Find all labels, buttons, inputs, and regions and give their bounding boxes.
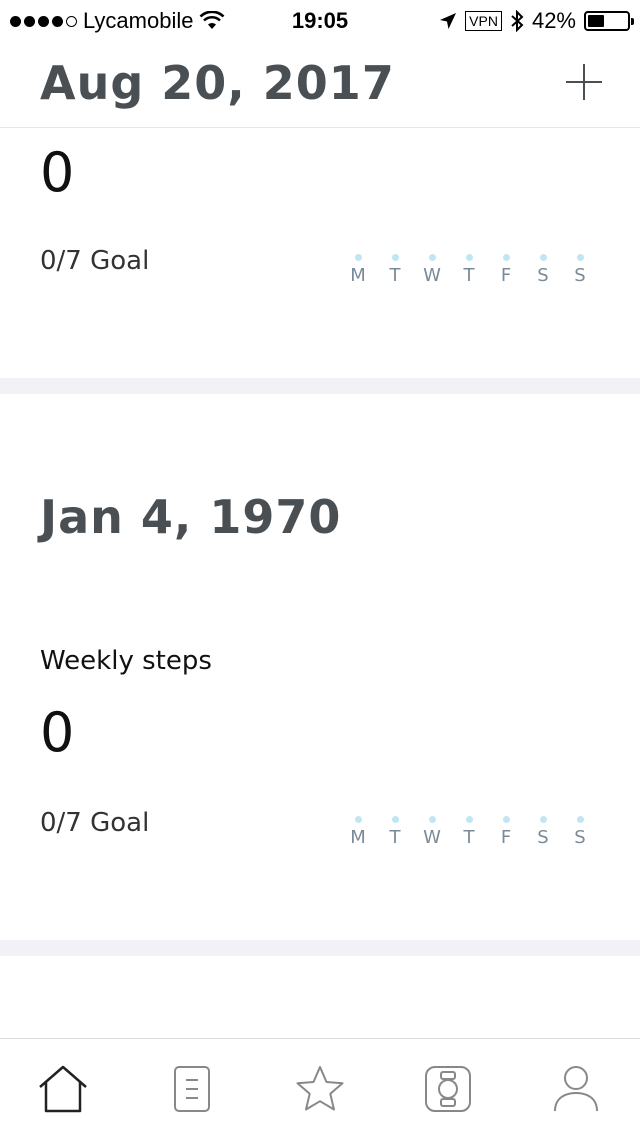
week-days: M T W T F S S: [340, 254, 600, 294]
profile-icon: [554, 1066, 598, 1112]
day-dot: [502, 816, 510, 823]
battery-percentage: 42%: [531, 8, 576, 33]
day-indicator: T: [455, 254, 483, 286]
day-dot: [428, 816, 436, 823]
day-indicator: T: [381, 254, 409, 286]
day-dot: [539, 816, 547, 823]
day-indicator: M: [344, 816, 372, 848]
day-dot: [539, 254, 547, 261]
day-dot: [576, 816, 584, 823]
tab-journal[interactable]: [164, 1061, 220, 1117]
steps-card: Jan 4, 1970 Weekly steps 0 0/7 Goal M T …: [0, 394, 640, 940]
day-dot: [391, 254, 399, 261]
watch-icon: [425, 1066, 471, 1112]
day-dot: [391, 816, 399, 823]
day-dot: [465, 816, 473, 823]
steps-count: 0: [40, 141, 75, 204]
battery-fill: [588, 15, 604, 27]
status-bar: Lycamobile 19:05 VPN 42%: [0, 0, 640, 40]
day-dot: [354, 816, 362, 823]
header: Aug 20, 2017: [0, 40, 640, 128]
tab-home[interactable]: [35, 1061, 91, 1117]
battery-icon: [584, 11, 634, 31]
week-days: M T W T F S S: [340, 816, 600, 856]
home-icon: [39, 1065, 87, 1113]
day-dot: [465, 254, 473, 261]
location-arrow-icon: [440, 13, 457, 29]
day-indicator: F: [492, 816, 520, 848]
card-date: Jan 4, 1970: [40, 490, 342, 544]
day-indicator: W: [418, 816, 446, 848]
day-dot: [354, 254, 362, 261]
add-button[interactable]: [564, 62, 604, 102]
day-dot: [576, 254, 584, 261]
status-icons: VPN 42%: [439, 8, 634, 34]
day-indicator: T: [381, 816, 409, 848]
steps-count: 0: [40, 701, 75, 764]
day-indicator: M: [344, 254, 372, 286]
card-separator: [0, 378, 640, 394]
tab-device[interactable]: [420, 1061, 476, 1117]
page-title-date: Aug 20, 2017: [40, 56, 395, 110]
steps-card: 0 0/7 Goal M T W T F S S: [0, 128, 640, 378]
day-indicator: F: [492, 254, 520, 286]
journal-icon: [174, 1066, 210, 1112]
vpn-badge: VPN: [465, 11, 502, 31]
day-dot: [428, 254, 436, 261]
day-indicator: S: [529, 254, 557, 286]
tab-favorites[interactable]: [292, 1061, 348, 1117]
star-icon: [296, 1066, 344, 1111]
bluetooth-icon: [511, 10, 524, 32]
day-dot: [502, 254, 510, 261]
tab-profile[interactable]: [548, 1061, 604, 1117]
day-indicator: S: [529, 816, 557, 848]
goal-text: 0/7 Goal: [40, 246, 150, 276]
tab-bar: [0, 1038, 640, 1136]
card-label: Weekly steps: [40, 646, 212, 676]
day-indicator: S: [566, 816, 594, 848]
goal-text: 0/7 Goal: [40, 808, 150, 838]
day-indicator: W: [418, 254, 446, 286]
card-separator: [0, 940, 640, 956]
day-indicator: T: [455, 816, 483, 848]
day-indicator: S: [566, 254, 594, 286]
